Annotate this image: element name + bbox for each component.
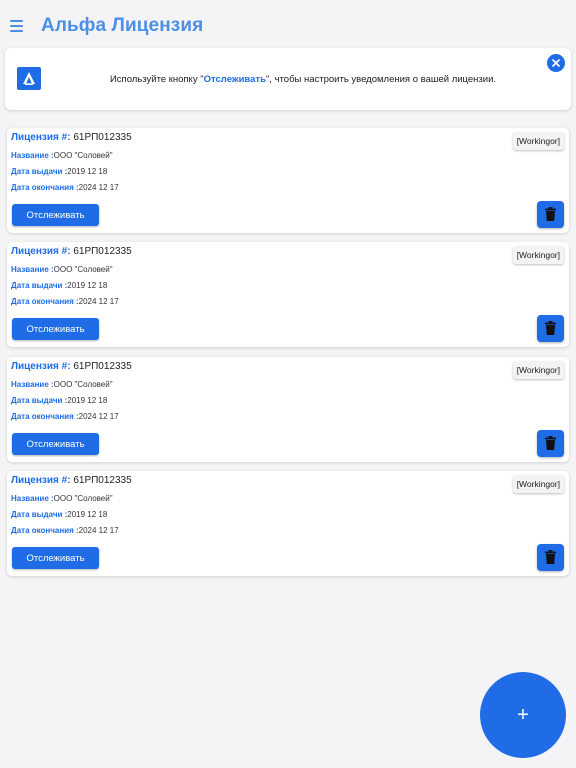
track-button[interactable]: Отслеживать (12, 318, 99, 340)
license-number-label: Лицензия #: (11, 246, 71, 257)
notice-text: Используйте кнопку "Отслеживать", чтобы … (5, 74, 571, 85)
end-date-field: Дата окончания :2024 12 17 (11, 526, 119, 535)
issue-date-label: Дата выдачи : (11, 167, 68, 176)
issue-date-label: Дата выдачи : (11, 281, 68, 290)
license-card: Лицензия #: 61РП012335 [Workingor] Назва… (7, 357, 569, 462)
issue-date-field: Дата выдачи :2019 12 18 (11, 281, 107, 290)
status-badge: [Workingor] (512, 246, 564, 264)
end-date-label: Дата окончания : (11, 297, 79, 306)
end-date-field: Дата окончания :2024 12 17 (11, 297, 119, 306)
license-name-field: Название :ООО "Соловей" (11, 380, 113, 389)
license-name-field: Название :ООО "Соловей" (11, 494, 113, 503)
license-number-line: Лицензия #: 61РП012335 (11, 132, 132, 143)
license-number-line: Лицензия #: 61РП012335 (11, 246, 132, 257)
license-number: 61РП012335 (73, 132, 132, 143)
issue-date-value: 2019 12 18 (67, 281, 108, 290)
notice-text-before: Используйте кнопку " (109, 74, 204, 85)
license-name-label: Название : (11, 265, 54, 274)
license-card: Лицензия #: 61РП012335 [Workingor] Назва… (7, 242, 569, 347)
end-date-value: 2024 12 17 (78, 297, 119, 306)
license-number-line: Лицензия #: 61РП012335 (11, 475, 132, 486)
issue-date-field: Дата выдачи :2019 12 18 (11, 396, 107, 405)
delete-button[interactable] (537, 315, 564, 342)
license-name-field: Название :ООО "Соловей" (11, 265, 113, 274)
end-date-field: Дата окончания :2024 12 17 (11, 183, 119, 192)
end-date-value: 2024 12 17 (78, 183, 119, 192)
menu-icon[interactable] (10, 20, 24, 32)
status-badge: [Workingor] (512, 475, 564, 493)
end-date-field: Дата окончания :2024 12 17 (11, 412, 119, 421)
close-icon[interactable] (547, 54, 565, 72)
delete-button[interactable] (537, 544, 564, 571)
license-number: 61РП012335 (73, 246, 132, 257)
end-date-label: Дата окончания : (11, 526, 79, 535)
status-badge: [Workingor] (512, 361, 564, 379)
license-number-line: Лицензия #: 61РП012335 (11, 361, 132, 372)
license-number-label: Лицензия #: (11, 361, 71, 372)
issue-date-field: Дата выдачи :2019 12 18 (11, 510, 107, 519)
license-name-value: ООО "Соловей" (53, 494, 113, 503)
delete-button[interactable] (537, 201, 564, 228)
app-title: Альфа Лицензия (41, 15, 204, 36)
track-button[interactable]: Отслеживать (12, 204, 99, 226)
app-bar: Альфа Лицензия (0, 0, 576, 48)
issue-date-label: Дата выдачи : (11, 396, 68, 405)
license-number: 61РП012335 (73, 361, 132, 372)
license-name-value: ООО "Соловей" (53, 265, 113, 274)
notice-banner: Используйте кнопку "Отслеживать", чтобы … (5, 48, 571, 110)
trash-icon (545, 550, 556, 564)
end-date-label: Дата окончания : (11, 412, 79, 421)
license-card: Лицензия #: 61РП012335 [Workingor] Назва… (7, 128, 569, 233)
end-date-value: 2024 12 17 (78, 412, 119, 421)
issue-date-field: Дата выдачи :2019 12 18 (11, 167, 107, 176)
license-card: Лицензия #: 61РП012335 [Workingor] Назва… (7, 471, 569, 576)
license-number-label: Лицензия #: (11, 132, 71, 143)
license-name-label: Название : (11, 494, 54, 503)
issue-date-value: 2019 12 18 (67, 167, 108, 176)
license-name-label: Название : (11, 380, 54, 389)
track-button[interactable]: Отслеживать (12, 547, 99, 569)
trash-icon (545, 436, 556, 450)
end-date-value: 2024 12 17 (78, 526, 119, 535)
license-name-label: Название : (11, 151, 54, 160)
license-number: 61РП012335 (73, 475, 132, 486)
trash-icon (545, 207, 556, 221)
end-date-label: Дата окончания : (11, 183, 79, 192)
license-number-label: Лицензия #: (11, 475, 71, 486)
delete-button[interactable] (537, 430, 564, 457)
license-name-value: ООО "Соловей" (53, 380, 113, 389)
issue-date-value: 2019 12 18 (67, 396, 108, 405)
status-badge: [Workingor] (512, 132, 564, 150)
license-name-value: ООО "Соловей" (53, 151, 113, 160)
track-button[interactable]: Отслеживать (12, 433, 99, 455)
trash-icon (545, 321, 556, 335)
license-name-field: Название :ООО "Соловей" (11, 151, 113, 160)
add-license-button[interactable]: + (480, 672, 566, 758)
notice-track-link[interactable]: Отслеживать (204, 74, 266, 85)
notice-text-after: ", чтобы настроить уведомления о вашей л… (265, 74, 497, 85)
plus-icon: + (517, 704, 529, 726)
issue-date-value: 2019 12 18 (67, 510, 108, 519)
issue-date-label: Дата выдачи : (11, 510, 68, 519)
